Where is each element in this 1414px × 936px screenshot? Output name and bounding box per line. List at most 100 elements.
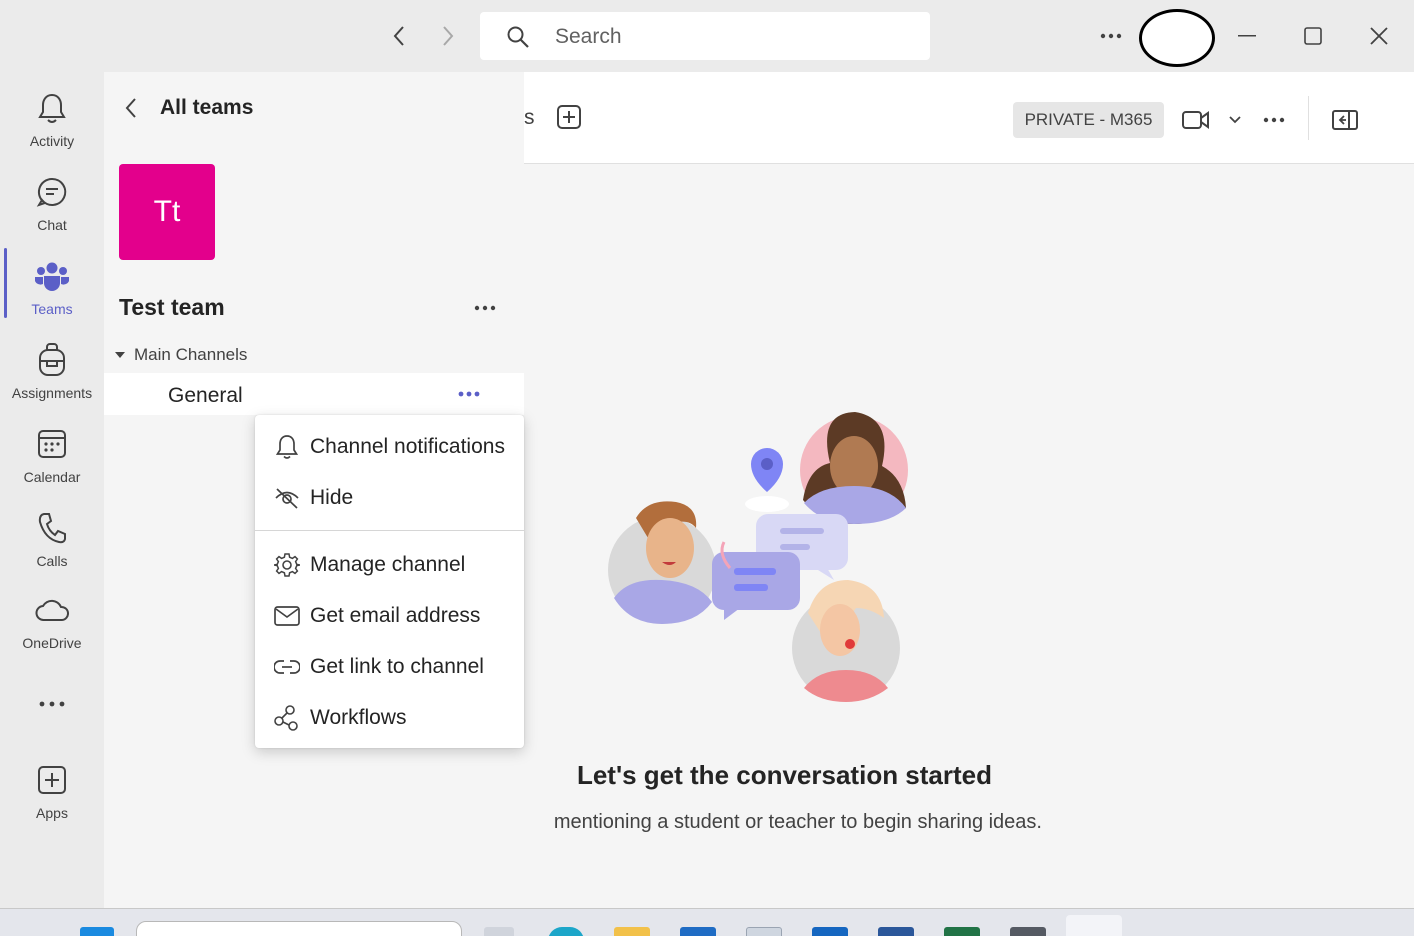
app-rail: Activity Chat Teams Assignments Calendar…	[0, 72, 104, 908]
outlook-icon[interactable]	[812, 927, 848, 936]
chevron-right-icon	[443, 26, 454, 46]
menu-item-label: Get email address	[310, 604, 481, 627]
rail-label: Activity	[29, 133, 75, 149]
rail-item-onedrive[interactable]: OneDrive	[0, 580, 104, 660]
close-button[interactable]	[1359, 18, 1399, 54]
header-more-options-button[interactable]	[1259, 102, 1289, 138]
team-more-options-button[interactable]	[469, 294, 501, 322]
menu-item-label: Hide	[310, 486, 354, 509]
rail-label: Chat	[37, 217, 67, 233]
rail-label: Teams	[31, 301, 73, 317]
menu-item-hide[interactable]: Hide	[255, 475, 524, 521]
all-teams-label: All teams	[160, 96, 254, 119]
ellipsis-icon	[458, 391, 480, 397]
cloud-icon	[35, 592, 69, 628]
title-bar: Search	[0, 0, 1414, 72]
menu-item-get-link-to-channel[interactable]: Get link to channel	[255, 644, 524, 690]
ellipsis-icon	[474, 305, 496, 311]
add-app-icon	[37, 762, 67, 798]
taskbar-search-box[interactable]	[136, 921, 462, 936]
menu-item-label: Channel notifications	[310, 435, 505, 458]
panel-toggle-icon	[1332, 110, 1358, 130]
chevron-left-icon	[393, 26, 404, 46]
forward-button[interactable]	[435, 22, 461, 50]
add-icon	[557, 105, 581, 129]
ellipsis-icon	[1263, 117, 1285, 123]
eye-off-icon	[272, 485, 302, 511]
header-divider	[1308, 96, 1309, 140]
channel-item-general[interactable]: General	[104, 373, 524, 415]
minimize-button[interactable]	[1227, 18, 1267, 54]
rail-item-assignments[interactable]: Assignments	[0, 330, 104, 410]
search-icon	[507, 26, 529, 48]
teams-taskbar-button[interactable]	[1066, 915, 1122, 936]
search-box[interactable]: Search	[480, 12, 930, 60]
menu-item-manage-channel[interactable]: Manage channel	[255, 542, 524, 588]
empty-state-subtitle: mentioning a student or teacher to begin…	[553, 811, 1042, 833]
excel-icon[interactable]	[944, 927, 980, 936]
chat-icon	[36, 174, 68, 210]
menu-item-channel-notifications[interactable]: Channel notifications	[255, 424, 524, 470]
section-main-channels[interactable]: Main Channels	[114, 345, 247, 365]
menu-divider	[255, 530, 524, 531]
add-tab-button[interactable]	[556, 104, 584, 132]
minimize-icon	[1238, 35, 1256, 37]
rail-item-activity[interactable]: Activity	[0, 78, 104, 158]
teams-icon	[35, 258, 69, 294]
channel-header: s PRIVATE - M365	[524, 72, 1414, 164]
rail-item-apps[interactable]: Apps	[0, 750, 104, 830]
meet-button[interactable]	[1182, 102, 1242, 138]
channel-more-options-button[interactable]	[454, 383, 484, 405]
all-teams-back-button[interactable]: All teams	[124, 96, 253, 120]
taskbar-app-icon[interactable]	[484, 927, 514, 936]
menu-item-get-email-address[interactable]: Get email address	[255, 593, 524, 639]
phone-icon	[37, 510, 67, 546]
rail-more-button[interactable]	[0, 674, 104, 724]
menu-item-workflows[interactable]: Workflows	[255, 695, 524, 741]
private-badge-label: PRIVATE - M365	[1024, 110, 1153, 129]
channel-context-menu: Channel notifications Hide Manage channe…	[255, 415, 524, 748]
windows-start-icon[interactable]	[80, 927, 114, 936]
taskbar-app-icon[interactable]	[1010, 927, 1046, 936]
team-name: Test team	[119, 294, 225, 320]
gear-icon	[272, 552, 302, 578]
maximize-button[interactable]	[1293, 18, 1333, 54]
maximize-icon	[1304, 27, 1322, 45]
menu-item-label: Manage channel	[310, 553, 466, 576]
os-taskbar	[0, 908, 1414, 936]
back-button[interactable]	[386, 22, 412, 50]
team-avatar[interactable]: Tt	[119, 164, 215, 260]
rail-item-teams[interactable]: Teams	[0, 246, 104, 326]
section-label: Main Channels	[134, 345, 248, 364]
file-explorer-icon[interactable]	[614, 927, 650, 936]
caret-down-icon	[115, 352, 125, 358]
bell-icon	[37, 90, 67, 126]
edge-icon[interactable]	[548, 927, 584, 936]
workflow-icon	[272, 705, 302, 731]
bell-icon	[272, 434, 302, 460]
taskbar-app-icon[interactable]	[746, 927, 782, 936]
chevron-down-icon	[1229, 116, 1241, 124]
empty-state-title: Let's get the conversation started	[576, 760, 992, 790]
rail-label: Calendar	[23, 469, 81, 485]
profile-avatar[interactable]	[1139, 9, 1215, 67]
more-options-button[interactable]	[1091, 18, 1131, 54]
ellipsis-icon	[1100, 33, 1122, 39]
rail-item-calendar[interactable]: Calendar	[0, 414, 104, 494]
video-camera-icon	[1182, 111, 1209, 129]
word-icon[interactable]	[878, 927, 914, 936]
rail-label: Assignments	[11, 385, 93, 401]
search-placeholder: Search	[555, 25, 622, 48]
rail-label: OneDrive	[22, 635, 82, 651]
store-icon[interactable]	[680, 927, 716, 936]
menu-item-label: Workflows	[310, 706, 407, 729]
tab-label[interactable]: s	[524, 106, 535, 130]
link-icon	[272, 654, 302, 680]
ellipsis-icon	[39, 686, 65, 722]
mail-icon	[272, 603, 302, 629]
rail-item-calls[interactable]: Calls	[0, 498, 104, 578]
backpack-icon	[37, 342, 67, 378]
close-icon	[1370, 27, 1388, 45]
rail-item-chat[interactable]: Chat	[0, 162, 104, 242]
toggle-panel-button[interactable]	[1330, 102, 1360, 138]
